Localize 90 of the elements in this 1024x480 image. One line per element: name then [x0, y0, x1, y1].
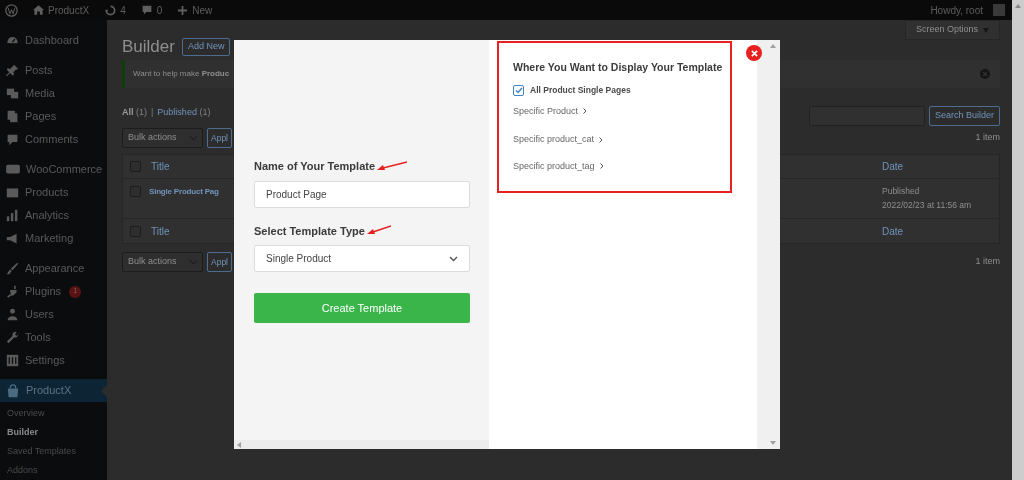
- chevron-right-icon: [583, 108, 588, 115]
- annotation-arrow: [366, 225, 391, 235]
- plus-icon: [178, 5, 188, 15]
- search-button[interactable]: Search Builder: [928, 106, 1000, 126]
- page-title: Builder: [122, 36, 175, 58]
- notice-text: Want to help make Produc: [133, 68, 230, 80]
- column-header[interactable]: Title: [151, 223, 170, 239]
- filter-link[interactable]: Published (1): [157, 106, 211, 120]
- dropdown-arrow-icon: [983, 27, 989, 33]
- chevron-right-icon: [599, 163, 604, 170]
- wrench-icon: [6, 331, 19, 344]
- pages-icon: [6, 110, 19, 123]
- screen-options-button[interactable]: Screen Options: [904, 20, 1000, 40]
- person-icon: [6, 308, 19, 321]
- bar-chart-icon: [6, 209, 19, 222]
- sidebar-item[interactable]: Comments: [0, 128, 107, 151]
- checkbox-label: All Product Single Pages: [530, 83, 631, 97]
- new-link[interactable]: New: [178, 2, 213, 18]
- pin-icon: [6, 64, 19, 77]
- site-name-link[interactable]: ProductX: [33, 2, 90, 18]
- sidebar-item[interactable]: Tools: [0, 326, 107, 349]
- shopping-bag-icon: [6, 383, 20, 398]
- scroll-up-arrow-icon[interactable]: [769, 44, 776, 48]
- sidebar-item[interactable]: Settings: [0, 349, 107, 372]
- greeting-link[interactable]: Howdy, root: [930, 2, 983, 18]
- sidebar-item[interactable]: Media: [0, 82, 107, 105]
- sliders-icon: [6, 354, 19, 367]
- horizontal-scrollbar[interactable]: [234, 440, 489, 449]
- sidebar-item[interactable]: Products: [0, 181, 107, 204]
- item-count: 1 item: [975, 255, 1000, 269]
- sidebar-item[interactable]: Users: [0, 303, 107, 326]
- scroll-down-arrow-icon[interactable]: [769, 441, 776, 445]
- submenu-item[interactable]: Builder: [0, 423, 107, 442]
- plug-icon: [6, 285, 19, 298]
- scroll-up-arrow-icon[interactable]: [1015, 4, 1021, 8]
- avatar-placeholder: [993, 4, 1005, 16]
- sidebar-item[interactable]: Appearance: [0, 257, 107, 280]
- refresh-icon: [105, 4, 117, 16]
- media-icon: [6, 87, 19, 100]
- submenu-item[interactable]: Saved Templates: [0, 442, 107, 461]
- speech-bubble-icon: [6, 133, 19, 146]
- sidebar-item[interactable]: WooCommerce: [0, 158, 107, 181]
- column-header[interactable]: Title: [151, 159, 170, 174]
- template-name-field[interactable]: Product Page: [254, 180, 470, 208]
- option-link[interactable]: Specific product_cat: [513, 133, 604, 147]
- home-icon: [33, 5, 44, 15]
- column-header[interactable]: Date: [882, 223, 992, 239]
- bulk-actions-dropdown[interactable]: Bulk actions: [122, 252, 203, 272]
- wordpress-logo-icon[interactable]: [5, 3, 18, 17]
- annotation-arrow: [377, 160, 408, 171]
- item-count: 1 item: [975, 131, 1000, 145]
- option-link[interactable]: Specific product_tag: [513, 159, 604, 173]
- field-label: Select Template Type: [254, 223, 365, 239]
- speech-bubble-icon: [141, 5, 152, 15]
- current-pointer-icon: [101, 385, 107, 397]
- close-icon: [750, 49, 758, 57]
- sidebar-item[interactable]: Dashboard: [0, 29, 107, 52]
- gauge-icon: [6, 34, 19, 47]
- dismiss-icon[interactable]: [980, 69, 990, 79]
- field-label: Name of Your Template: [254, 159, 376, 174]
- sidebar-item[interactable]: Posts: [0, 59, 107, 82]
- megaphone-icon: [6, 232, 19, 245]
- section-title: Where You Want to Display Your Template: [513, 60, 724, 75]
- scroll-left-arrow-icon[interactable]: [237, 441, 241, 448]
- column-header[interactable]: Date: [882, 159, 992, 174]
- brush-icon: [6, 262, 19, 275]
- post-date: 2022/02/23 at 11:56 am: [882, 199, 973, 212]
- modal-scrollbar[interactable]: [757, 40, 780, 449]
- option-link[interactable]: Specific Product: [513, 104, 588, 118]
- chevron-down-icon: [449, 255, 458, 262]
- box-icon: [6, 186, 19, 199]
- add-new-button[interactable]: Add New: [181, 38, 231, 56]
- filter-link[interactable]: All (1): [122, 106, 147, 120]
- sidebar-item[interactable]: Analytics: [0, 204, 107, 227]
- updates-link[interactable]: 4: [105, 2, 126, 18]
- create-template-button[interactable]: Create Template: [254, 293, 470, 323]
- sidebar-item[interactable]: ProductX: [0, 379, 107, 402]
- template-type-dropdown[interactable]: Single Product: [254, 245, 470, 272]
- sidebar-item[interactable]: Pages: [0, 105, 107, 128]
- bulk-actions-dropdown[interactable]: Bulk actions: [122, 128, 203, 148]
- chevron-right-icon: [599, 136, 604, 143]
- apply-button[interactable]: Appl: [207, 252, 232, 272]
- filter-separator: |: [151, 106, 154, 120]
- checkbox[interactable]: [513, 84, 524, 96]
- comments-link[interactable]: 0: [141, 2, 163, 18]
- post-title-link[interactable]: Single Product Pag: [149, 186, 219, 198]
- apply-button[interactable]: Appl: [207, 128, 232, 148]
- page-scrollbar[interactable]: [1012, 0, 1024, 480]
- sidebar-item[interactable]: Marketing: [0, 227, 107, 250]
- post-status: Published: [882, 185, 921, 198]
